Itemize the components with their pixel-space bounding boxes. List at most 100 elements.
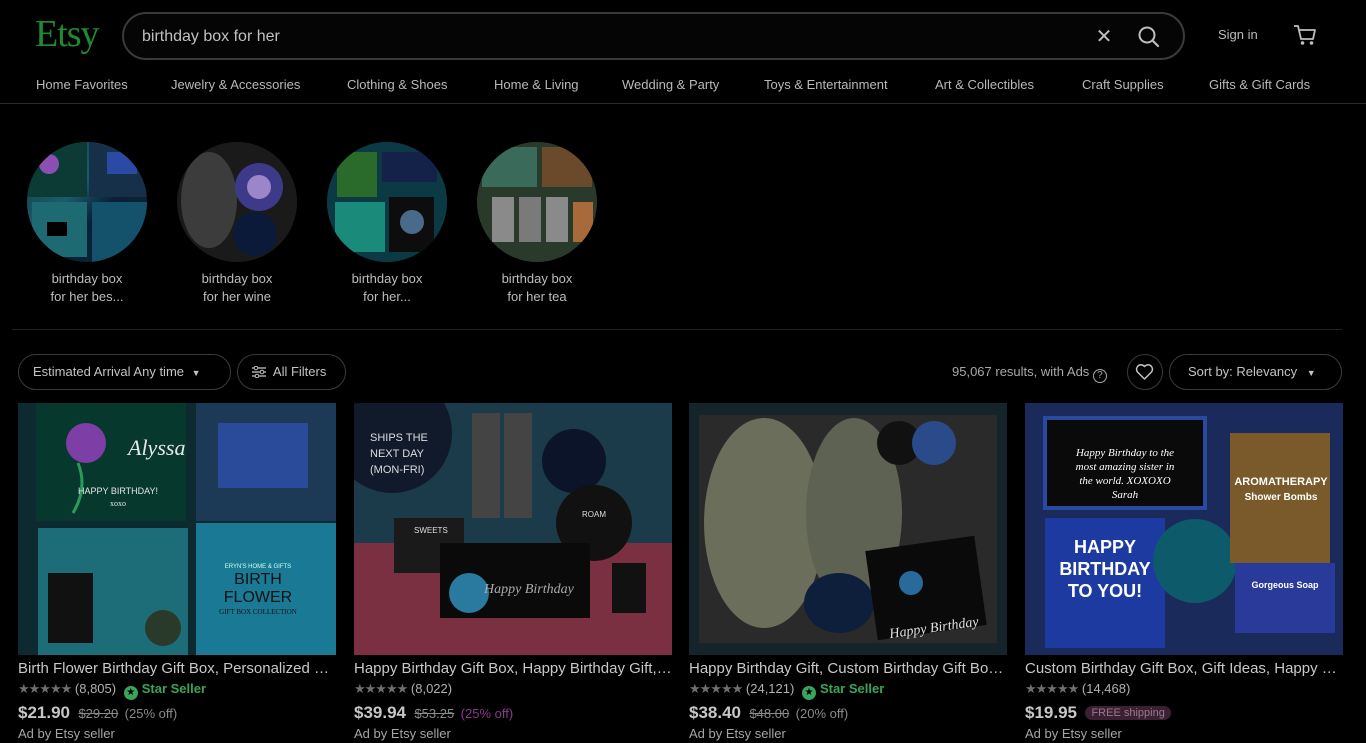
related-search-item[interactable]: birthday box for her... (327, 142, 447, 306)
listing-card: Alyssa HAPPY BIRTHDAY! xoxo ERYN'S HOME … (18, 403, 336, 743)
ad-label: Ad by Etsy seller (18, 726, 115, 741)
listing-image-text: most amazing sister in (1076, 461, 1175, 473)
star-rating-icon: ★★★★★ (354, 681, 408, 696)
star-rating-icon: ★★★★★ (18, 681, 72, 696)
search-bar: ✕ (122, 12, 1185, 60)
star-seller-badge: ★ Star Seller (801, 681, 885, 700)
current-price: $38.40 (689, 703, 741, 722)
star-seller-label: Star Seller (141, 681, 207, 696)
listing-price: $38.40 $48.00 (20% off) (689, 703, 848, 723)
related-search-image (477, 142, 597, 262)
listing-price: $21.90 $29.20 (25% off) (18, 703, 177, 723)
cart-icon[interactable] (1292, 22, 1318, 48)
discount-label: (20% off) (795, 706, 849, 721)
listing-card: SHIPS THE NEXT DAY (MON-FRI) ROAM SWEETS… (354, 403, 672, 743)
listing-rating: ★★★★★ (8,022) (354, 681, 452, 699)
listing-rating: ★★★★★ (8,805) ★ Star Seller (18, 681, 207, 700)
related-search-image (27, 142, 147, 262)
question-icon[interactable]: ? (1092, 369, 1107, 383)
listing-title[interactable]: Happy Birthday Gift, Custom Birthday Gif… (689, 660, 1007, 677)
listing-rating: ★★★★★ (24,121) ★ Star Seller (689, 681, 885, 700)
category-craft-supplies[interactable]: Craft Supplies (1082, 77, 1164, 92)
listing-image-text: BIRTHDAY (1059, 559, 1150, 579)
listing-image-text: FLOWER (224, 589, 292, 606)
listing-image[interactable]: Happy Birthday (689, 403, 1007, 655)
original-price: $29.20 (78, 706, 119, 721)
filter-sliders-icon (252, 357, 266, 390)
results-count: 95,067 results, with Ads ? (952, 364, 1107, 383)
current-price: $21.90 (18, 703, 70, 722)
related-search-image (177, 142, 297, 262)
listing-image-text: NEXT DAY (370, 448, 425, 460)
listing-image[interactable]: Happy Birthday to the most amazing siste… (1025, 403, 1343, 655)
category-toys-entertainment[interactable]: Toys & Entertainment (764, 77, 888, 92)
discount-label: (25% off) (124, 706, 178, 721)
search-input[interactable] (142, 24, 1042, 50)
listing-title[interactable]: Birth Flower Birthday Gift Box, Personal… (18, 660, 336, 677)
listing-rating: ★★★★★ (14,468) (1025, 681, 1130, 699)
listing-image-text: GIFT BOX COLLECTION (219, 608, 297, 616)
heart-icon (1135, 364, 1154, 380)
favorite-search-button[interactable] (1127, 354, 1163, 390)
results-text: 95,067 results, with Ads (952, 364, 1090, 379)
current-price: $39.94 (354, 703, 406, 722)
category-nav: Home Favorites Jewelry & Accessories Clo… (0, 70, 1366, 104)
listing-card: Happy Birthday Happy Birthday Gift, Cust… (689, 403, 1007, 743)
related-search-item[interactable]: birthday box for her bes... (27, 142, 147, 306)
star-seller-icon: ★ (801, 686, 816, 700)
related-search-label: for her bes... (50, 289, 124, 304)
category-jewelry-accessories[interactable]: Jewelry & Accessories (171, 77, 300, 92)
category-gifts-gift-cards[interactable]: Gifts & Gift Cards (1209, 77, 1310, 92)
listing-image[interactable]: SHIPS THE NEXT DAY (MON-FRI) ROAM SWEETS… (354, 403, 672, 655)
related-search-label: birthday box (501, 271, 573, 286)
category-art-collectibles[interactable]: Art & Collectibles (935, 77, 1034, 92)
listing-image[interactable]: Alyssa HAPPY BIRTHDAY! xoxo ERYN'S HOME … (18, 403, 336, 655)
related-search-label: for her wine (203, 289, 271, 304)
related-search-image (327, 142, 447, 262)
review-count: (14,468) (1081, 681, 1131, 696)
category-clothing-shoes[interactable]: Clothing & Shoes (347, 77, 447, 92)
related-search-label: birthday box (351, 271, 423, 286)
related-searches: birthday box for her bes... birthday box f… (0, 140, 640, 310)
sort-label: Sort by: Relevancy (1188, 364, 1298, 379)
category-home-living[interactable]: Home & Living (494, 77, 579, 92)
original-price: $53.25 (414, 706, 455, 721)
listing-image-text: xoxo (110, 499, 126, 508)
listing-image-text: ROAM (582, 510, 606, 519)
discount-label: (25% off) (460, 706, 514, 721)
chevron-down-icon: ▼ (191, 368, 201, 378)
related-search-item[interactable]: birthday box for her tea (477, 142, 597, 306)
etsy-logo[interactable]: Etsy (35, 12, 100, 56)
filter-bar: Estimated Arrival Any time ▼ All Filters… (0, 352, 1366, 392)
listing-title[interactable]: Happy Birthday Gift Box, Happy Birthday … (354, 660, 672, 677)
related-search-label: for her tea (507, 289, 567, 304)
listing-price: $39.94 $53.25 (25% off) (354, 703, 513, 723)
sort-dropdown[interactable]: Sort by: Relevancy ▼ (1169, 354, 1342, 390)
listing-image-text: AROMATHERAPY (1234, 476, 1328, 488)
sign-in-link[interactable]: Sign in (1218, 27, 1258, 42)
listing-image-text: the world. XOXOXO (1079, 475, 1170, 487)
related-search-item[interactable]: birthday box for her wine (177, 142, 297, 306)
clear-search-icon[interactable]: ✕ (1092, 25, 1116, 49)
all-filters-button[interactable]: All Filters (237, 354, 346, 390)
category-home-favorites[interactable]: Home Favorites (36, 77, 128, 92)
current-price: $19.95 (1025, 703, 1077, 722)
listing-image-text: Shower Bombs (1245, 492, 1318, 503)
search-icon[interactable] (1136, 24, 1162, 50)
header: Etsy ✕ Sign in (0, 0, 1366, 70)
listing-title[interactable]: Custom Birthday Gift Box, Gift Ideas, Ha… (1025, 660, 1343, 677)
star-seller-icon: ★ (123, 686, 138, 700)
ad-label: Ad by Etsy seller (1025, 726, 1122, 741)
estimated-arrival-filter[interactable]: Estimated Arrival Any time ▼ (18, 354, 231, 390)
listing-image-text: SHIPS THE (370, 432, 428, 444)
listing-card: Happy Birthday to the most amazing siste… (1025, 403, 1343, 743)
review-count: (24,121) (745, 681, 795, 696)
star-seller-badge: ★ Star Seller (123, 681, 207, 700)
free-shipping-badge: FREE shipping (1085, 706, 1171, 720)
listing-image-text: BIRTH (234, 571, 282, 588)
star-seller-label: Star Seller (819, 681, 885, 696)
listing-image-text: HAPPY (1074, 537, 1136, 557)
all-filters-label: All Filters (272, 364, 327, 379)
category-wedding-party[interactable]: Wedding & Party (622, 77, 719, 92)
related-search-label: birthday box (51, 271, 123, 286)
